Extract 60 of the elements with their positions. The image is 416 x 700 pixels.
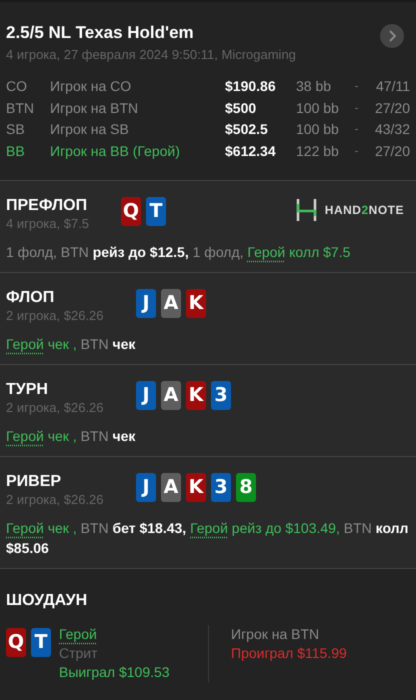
- opponent-name: Игрок на BTN: [231, 625, 320, 644]
- chevron-right-icon: [388, 30, 396, 42]
- next-button[interactable]: [380, 24, 404, 48]
- stack-amount: $502.5: [225, 120, 269, 139]
- action-line: Герой чек , BTN чек: [6, 427, 136, 446]
- playing-card: J: [136, 289, 156, 318]
- playing-card: T: [146, 197, 166, 226]
- playing-card: 8: [236, 473, 256, 502]
- street-info: 4 игрока, $7.5: [6, 215, 90, 232]
- player-name[interactable]: Игрок на BTN: [50, 98, 225, 119]
- logo-text: HAND2NOTE: [324, 202, 404, 219]
- action-line: Герой чек , BTN чек: [6, 335, 136, 354]
- hand-info: 4 игрока, 27 февраля 2024 9:50:11, Microgaming: [6, 46, 296, 64]
- street-info: 2 игрока, $26.26: [6, 399, 104, 416]
- action-line: Герой чек , BTN бет $18.43, Герой рейз до $103.49, BTN колл $85.06: [6, 519, 410, 558]
- seat-position: CO: [6, 77, 28, 96]
- playing-card: A: [161, 381, 181, 410]
- result-amount: Выиграл $109.53: [59, 663, 170, 682]
- action-line: 1 фолд, BTN рейз до $12.5, 1 фолд, Герой колл $7.5: [6, 243, 352, 262]
- street-title: ТУРН: [6, 381, 49, 399]
- seat-position: BB: [6, 142, 26, 160]
- stack-bb: 100 bb: [296, 120, 340, 139]
- player-name[interactable]: Игрок на CO: [50, 76, 225, 98]
- hand-rank: Стрит: [59, 644, 99, 663]
- playing-card: 3: [211, 381, 231, 410]
- stack-bb: 122 bb: [296, 142, 340, 160]
- street-title: ФЛОП: [6, 289, 56, 307]
- player-stats: 27/20: [374, 142, 410, 160]
- stack-bb: 38 bb: [296, 77, 332, 96]
- seat-position: BTN: [6, 98, 35, 118]
- street-info: 2 игрока, $26.26: [6, 491, 104, 508]
- playing-card: K: [186, 473, 206, 502]
- player-stats: 47/11: [375, 77, 410, 96]
- stack-amount: $190.86: [225, 77, 277, 96]
- playing-card: K: [186, 289, 206, 318]
- playing-card: Q: [6, 628, 26, 657]
- result-amount: Проиграл $115.99: [231, 644, 347, 663]
- street-title: РИВЕР: [6, 473, 62, 491]
- playing-card: K: [186, 381, 206, 410]
- playing-card: Q: [121, 197, 141, 226]
- seat-position: SB: [6, 120, 26, 139]
- playing-card: A: [161, 473, 181, 502]
- player-stats: 43/32: [374, 120, 410, 139]
- player-name[interactable]: Игрок на SB: [50, 119, 225, 140]
- playing-card: J: [136, 381, 156, 410]
- playing-card: A: [161, 289, 181, 318]
- hero-name[interactable]: Герой: [59, 625, 97, 644]
- player-name[interactable]: Игрок на BB (Герой): [50, 140, 225, 162]
- logo-icon: [296, 199, 317, 221]
- game-title: 2.5/5 NL Texas Hold'em: [6, 22, 195, 44]
- stack-amount: $500: [225, 98, 258, 118]
- player-stats: 27/20: [374, 98, 410, 118]
- playing-card: J: [136, 473, 156, 502]
- street-title: ПРЕФЛОП: [6, 197, 88, 215]
- playing-card: 3: [211, 473, 231, 502]
- playing-card: T: [31, 628, 51, 657]
- showdown-title: ШОУДАУН: [6, 591, 88, 611]
- stack-bb: 100 bb: [296, 98, 340, 118]
- street-info: 2 игрока, $26.26: [6, 307, 104, 324]
- stack-amount: $612.34: [225, 142, 277, 160]
